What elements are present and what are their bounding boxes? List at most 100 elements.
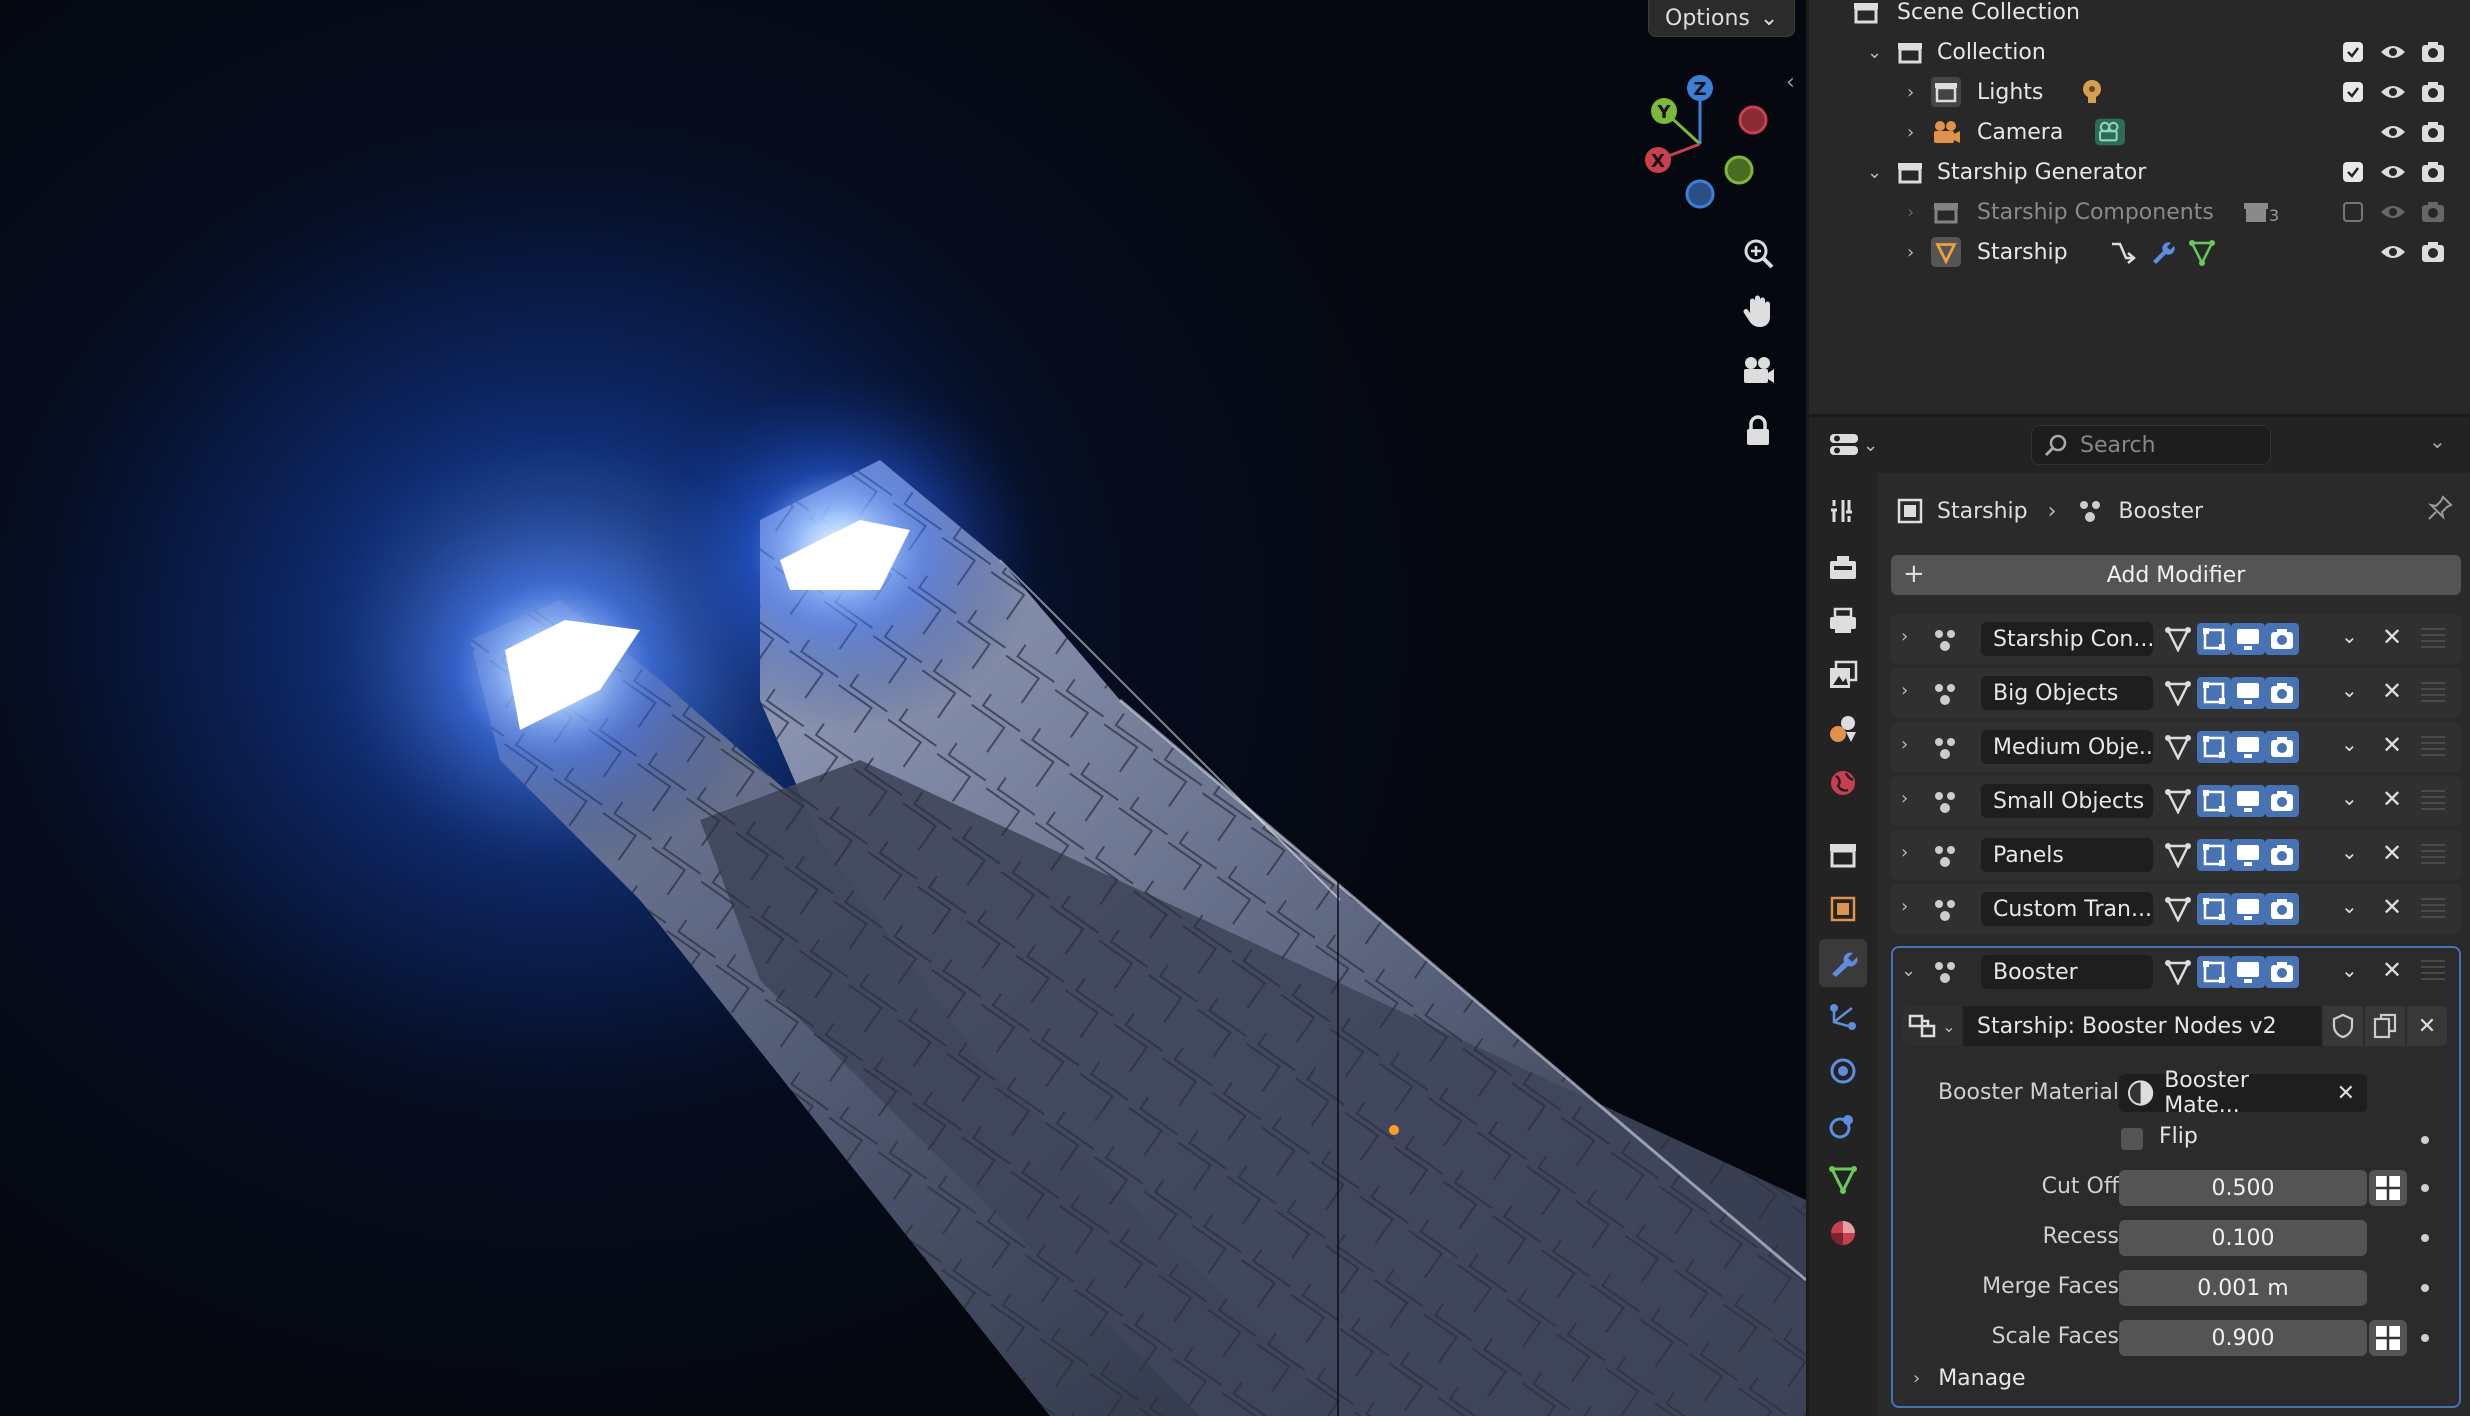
tab-material[interactable] xyxy=(1819,1209,1867,1257)
modifier-name-field[interactable]: Panels xyxy=(1981,838,2153,872)
drag-handle-icon[interactable] xyxy=(2421,790,2445,810)
viewport-display-icon[interactable] xyxy=(2231,731,2265,763)
unlink-close-icon[interactable]: ✕ xyxy=(2407,1006,2447,1046)
animate-dot-icon[interactable] xyxy=(2421,1184,2429,1192)
render-toggle-icon[interactable] xyxy=(2265,785,2299,817)
outliner-row-collection[interactable]: ⌄ Collection xyxy=(1809,32,2470,72)
tab-particles[interactable] xyxy=(1819,993,1867,1041)
modifier-row[interactable]: › Panels ⌄ ✕ xyxy=(1891,830,2461,880)
exclude-checkbox[interactable] xyxy=(2339,38,2367,66)
editmode-toggle-icon[interactable] xyxy=(2197,623,2231,655)
animate-dot-icon[interactable] xyxy=(2421,1136,2429,1144)
hand-pan-icon[interactable] xyxy=(1735,288,1781,334)
modifier-name-field[interactable]: Medium Obje... xyxy=(1981,730,2153,764)
camera-render-icon[interactable] xyxy=(2419,238,2447,266)
tab-view-layer[interactable] xyxy=(1819,651,1867,699)
animate-dot-icon[interactable] xyxy=(2421,1284,2429,1292)
exclude-checkbox[interactable] xyxy=(2339,78,2367,106)
editmode-toggle-icon[interactable] xyxy=(2197,839,2231,871)
edit-cage-icon[interactable] xyxy=(2161,893,2195,925)
animate-dot-icon[interactable] xyxy=(2421,1334,2429,1342)
zoom-in-icon[interactable] xyxy=(1735,230,1781,276)
edit-cage-icon[interactable] xyxy=(2161,677,2195,709)
outliner-row-starship-components[interactable]: › Starship Components 3 xyxy=(1809,192,2470,232)
render-toggle-icon[interactable] xyxy=(2265,956,2299,988)
camera-render-icon[interactable] xyxy=(2419,198,2447,226)
shield-fake-user-icon[interactable] xyxy=(2323,1006,2363,1046)
drag-handle-icon[interactable] xyxy=(2421,628,2445,648)
manage-subpanel-header[interactable]: › Manage xyxy=(1913,1366,2026,1391)
duplicate-icon[interactable] xyxy=(2365,1006,2405,1046)
drag-handle-icon[interactable] xyxy=(2421,898,2445,918)
modifier-row[interactable]: ⌄ Booster ⌄ ✕ xyxy=(1893,948,2459,998)
chevron-down-icon[interactable]: ⌄ xyxy=(2341,958,2358,982)
merge-faces-field[interactable]: 0.001 m xyxy=(2119,1270,2367,1306)
modifier-name-field[interactable]: Starship Con... xyxy=(1981,622,2153,656)
chevron-right-icon[interactable]: › xyxy=(1907,202,1914,223)
chevron-down-icon[interactable]: ⌄ xyxy=(1867,162,1882,183)
drag-handle-icon[interactable] xyxy=(2421,682,2445,702)
outliner-row-starship[interactable]: › Starship xyxy=(1809,232,2470,272)
modifier-row[interactable]: › Big Objects ⌄ ✕ xyxy=(1891,668,2461,718)
modifier-row[interactable]: › Medium Obje... ⌄ ✕ xyxy=(1891,722,2461,772)
render-toggle-icon[interactable] xyxy=(2265,731,2299,763)
outliner-row-camera[interactable]: › Camera xyxy=(1809,112,2470,152)
modifier-name-field[interactable]: Booster xyxy=(1981,955,2153,989)
camera-view-icon[interactable] xyxy=(1735,348,1781,394)
drag-handle-icon[interactable] xyxy=(2421,736,2445,756)
render-toggle-icon[interactable] xyxy=(2265,623,2299,655)
editmode-toggle-icon[interactable] xyxy=(2197,956,2231,988)
eye-icon[interactable] xyxy=(2379,78,2407,106)
editmode-toggle-icon[interactable] xyxy=(2197,677,2231,709)
viewport-display-icon[interactable] xyxy=(2231,785,2265,817)
close-icon[interactable]: ✕ xyxy=(2337,1081,2355,1106)
modifier-row[interactable]: › Small Objects ⌄ ✕ xyxy=(1891,776,2461,826)
lock-icon[interactable] xyxy=(1735,408,1781,454)
chevron-right-icon[interactable]: › xyxy=(1907,242,1914,263)
chevron-down-icon[interactable]: ⌄ xyxy=(2341,840,2358,864)
tab-scene[interactable] xyxy=(1819,705,1867,753)
chevron-right-icon[interactable]: › xyxy=(1907,82,1914,103)
chevron-down-icon[interactable]: ⌄ xyxy=(2341,732,2358,756)
chevron-right-icon[interactable]: › xyxy=(1901,842,1908,863)
eye-icon[interactable] xyxy=(2379,158,2407,186)
camera-render-icon[interactable] xyxy=(2419,38,2447,66)
eye-icon[interactable] xyxy=(2379,198,2407,226)
camera-render-icon[interactable] xyxy=(2419,158,2447,186)
pin-icon[interactable] xyxy=(2427,495,2453,525)
sidebar-toggle-icon[interactable]: ‹ xyxy=(1786,70,1795,95)
exclude-checkbox[interactable] xyxy=(2339,198,2367,226)
tab-modifiers[interactable] xyxy=(1819,939,1867,987)
eye-icon[interactable] xyxy=(2379,238,2407,266)
axis-gizmo[interactable]: Z Y X xyxy=(1620,60,1770,220)
outliner-row-scene-collection[interactable]: Scene Collection xyxy=(1809,0,2470,32)
options-dropdown[interactable]: Options ⌄ xyxy=(1648,0,1796,37)
viewport-display-icon[interactable] xyxy=(2231,677,2265,709)
render-toggle-icon[interactable] xyxy=(2265,677,2299,709)
node-tree-browse[interactable]: ⌄ xyxy=(1903,1006,1961,1046)
exclude-checkbox[interactable] xyxy=(2339,158,2367,186)
viewport-display-icon[interactable] xyxy=(2231,623,2265,655)
eye-icon[interactable] xyxy=(2379,118,2407,146)
edit-cage-icon[interactable] xyxy=(2161,623,2195,655)
chevron-right-icon[interactable]: › xyxy=(1901,680,1908,701)
chevron-down-icon[interactable]: ⌄ xyxy=(2341,894,2358,918)
attribute-toggle-icon[interactable] xyxy=(2369,1170,2407,1206)
chevron-down-icon[interactable]: ⌄ xyxy=(2341,624,2358,648)
tab-tool[interactable] xyxy=(1819,487,1867,535)
modifier-name-field[interactable]: Small Objects xyxy=(1981,784,2153,818)
modifier-name-field[interactable]: Big Objects xyxy=(1981,676,2153,710)
tab-output[interactable] xyxy=(1819,597,1867,645)
tab-world[interactable] xyxy=(1819,759,1867,807)
chevron-down-icon[interactable]: ⌄ xyxy=(1901,960,1916,981)
modifier-row[interactable]: › Starship Con... ⌄ ✕ xyxy=(1891,614,2461,664)
tab-render[interactable] xyxy=(1819,543,1867,591)
3d-viewport[interactable]: Options ⌄ ‹ Z Y X xyxy=(0,0,1806,1416)
modifier-row[interactable]: › Custom Tran... ⌄ ✕ xyxy=(1891,884,2461,934)
chevron-right-icon[interactable]: › xyxy=(1901,734,1908,755)
edit-cage-icon[interactable] xyxy=(2161,785,2195,817)
add-modifier-button[interactable]: + Add Modifier xyxy=(1891,555,2461,595)
eye-icon[interactable] xyxy=(2379,38,2407,66)
render-toggle-icon[interactable] xyxy=(2265,893,2299,925)
chevron-down-icon[interactable]: ⌄ xyxy=(2429,429,2446,453)
